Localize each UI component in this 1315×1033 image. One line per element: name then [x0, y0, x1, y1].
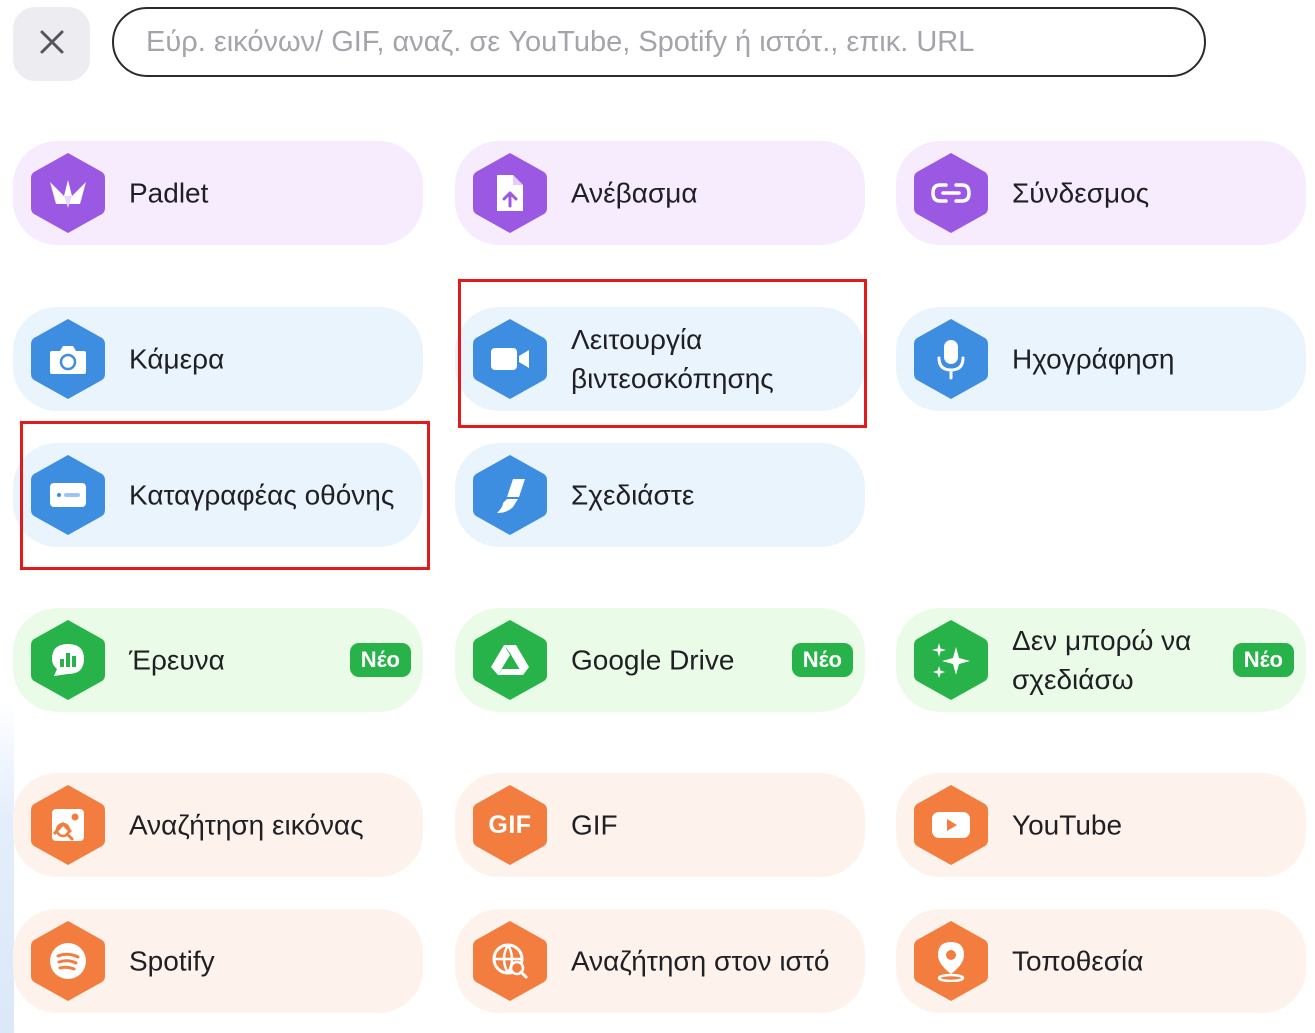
link-icon [908, 150, 994, 236]
tile-label: Αναζήτηση στον ιστό [571, 945, 830, 977]
youtube-play-icon [908, 782, 994, 868]
tile-web-search[interactable]: Αναζήτηση στον ιστό [455, 909, 865, 1013]
tile-label: Αναζήτηση εικόνας [129, 809, 364, 841]
tile-screen-recorder[interactable]: Καταγραφέας οθόνης [13, 443, 423, 547]
tile-audio[interactable]: Ηχογράφηση [896, 307, 1306, 411]
search-bar[interactable] [112, 7, 1206, 77]
new-badge: Νέο [1232, 643, 1294, 677]
tile-padlet[interactable]: Padlet [13, 141, 423, 245]
globe-search-icon [467, 918, 553, 1004]
tile-ai-draw[interactable]: Δεν μπορώ να σχεδιάσω Νέο [896, 608, 1306, 712]
tile-label: Λειτουργία βιντεοσκόπησης [571, 324, 774, 394]
edge-glow [0, 700, 14, 1033]
tile-gif[interactable]: GIF GIF [455, 773, 865, 877]
tile-location[interactable]: Τοποθεσία [896, 909, 1306, 1013]
tile-camera[interactable]: Κάμερα [13, 307, 423, 411]
tile-label: Έρευνα [129, 644, 225, 676]
gif-icon-text: GIF [488, 810, 532, 839]
camera-icon [25, 316, 111, 402]
image-search-icon [25, 782, 111, 868]
upload-file-icon [467, 150, 553, 236]
tile-poll[interactable]: Έρευνα Νέο [13, 608, 423, 712]
tile-label: Google Drive [571, 644, 735, 676]
tile-label: Ανέβασμα [571, 177, 698, 209]
tile-label: GIF [571, 809, 618, 841]
tile-label: Ηχογράφηση [1012, 343, 1175, 375]
close-button[interactable] [13, 7, 90, 81]
tile-label: Τοποθεσία [1012, 945, 1144, 977]
brush-icon [467, 452, 553, 538]
video-camera-icon [467, 316, 553, 402]
search-input[interactable] [144, 24, 1174, 60]
spotify-icon [25, 918, 111, 1004]
tile-label: Καταγραφέας οθόνης [129, 479, 395, 511]
tile-label: Δεν μπορώ να σχεδιάσω [1012, 625, 1192, 695]
tile-image-search[interactable]: Αναζήτηση εικόνας [13, 773, 423, 877]
gif-icon: GIF [467, 782, 553, 868]
tile-label: Padlet [129, 177, 209, 209]
tile-video[interactable]: Λειτουργία βιντεοσκόπησης [455, 307, 865, 411]
tile-label: Κάμερα [129, 343, 225, 375]
map-pin-icon [908, 918, 994, 1004]
tile-label: YouTube [1012, 809, 1123, 841]
tile-label: Σχεδιάστε [571, 479, 695, 511]
microphone-icon [908, 316, 994, 402]
tile-draw[interactable]: Σχεδιάστε [455, 443, 865, 547]
new-badge: Νέο [791, 643, 853, 677]
tile-google-drive[interactable]: Google Drive Νέο [455, 608, 865, 712]
tile-label: Spotify [129, 945, 215, 977]
screen-recorder-icon [25, 452, 111, 538]
new-badge: Νέο [349, 643, 411, 677]
tile-youtube[interactable]: YouTube [896, 773, 1306, 877]
tile-upload[interactable]: Ανέβασμα [455, 141, 865, 245]
poll-chat-icon [25, 617, 111, 703]
tile-spotify[interactable]: Spotify [13, 909, 423, 1013]
padlet-bird-icon [25, 150, 111, 236]
sparkles-icon [908, 617, 994, 703]
tile-label: Σύνδεσμος [1012, 177, 1150, 209]
tile-link[interactable]: Σύνδεσμος [896, 141, 1306, 245]
google-drive-icon [467, 617, 553, 703]
close-icon [38, 28, 66, 61]
